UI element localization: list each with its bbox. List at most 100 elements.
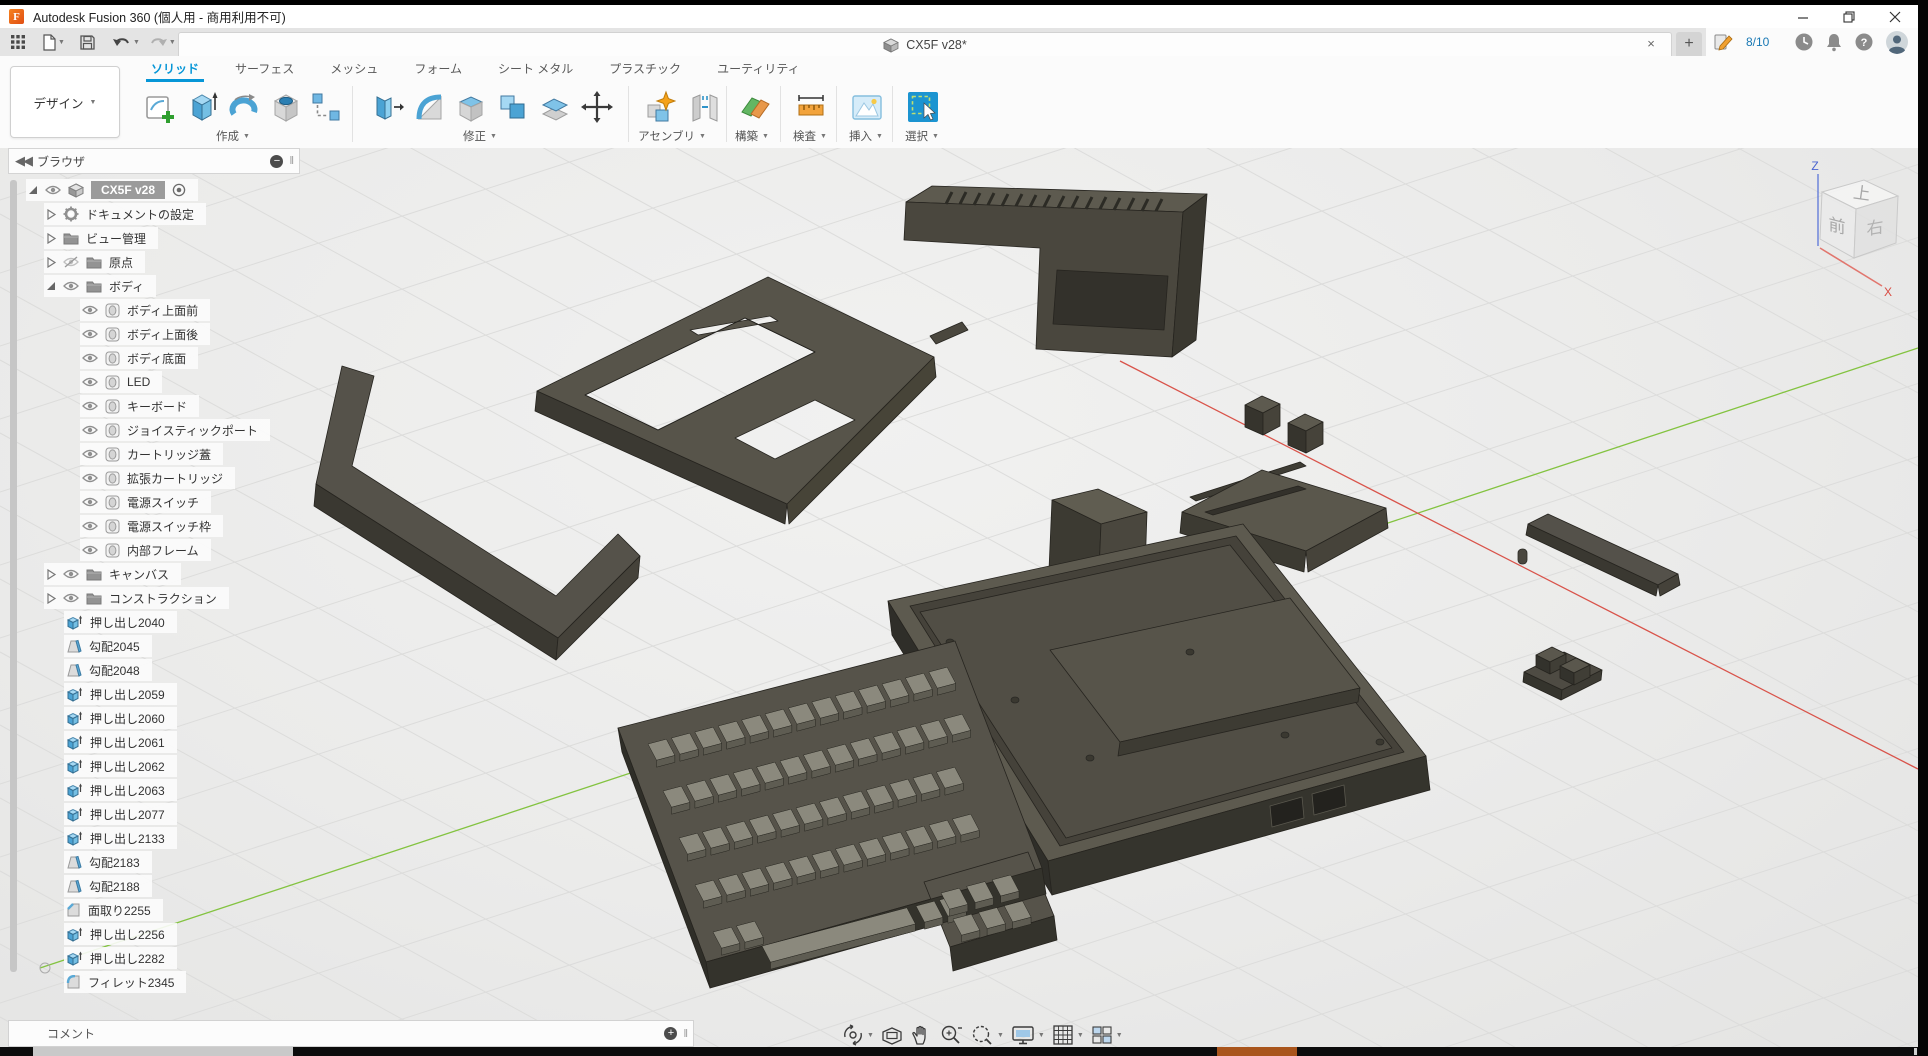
visibility-eye-icon[interactable] (63, 280, 79, 292)
browser-item[interactable]: ビュー管理 (8, 226, 300, 250)
taskbar-app-segment[interactable] (1217, 1047, 1297, 1056)
display-settings-button[interactable]: ▼ (1011, 1024, 1045, 1046)
ribbon-tab-0[interactable]: ソリッド (148, 57, 202, 82)
ribbon-group-5[interactable]: 挿入▼ (849, 128, 883, 144)
close-button[interactable] (1872, 5, 1918, 28)
app-grid-menu-button[interactable] (8, 30, 28, 54)
browser-item[interactable]: 原点 (8, 250, 300, 274)
browser-item[interactable]: 押し出し2063 (8, 778, 300, 802)
part-small-cube-1[interactable] (1245, 396, 1280, 435)
visibility-eye-icon[interactable] (82, 496, 98, 508)
ribbon-group-6[interactable]: 選択▼ (905, 128, 939, 144)
minimize-button[interactable] (1780, 5, 1826, 28)
collapse-panel-icon[interactable]: ◀◀ (15, 153, 31, 169)
part-trim-strip[interactable] (1518, 514, 1680, 596)
view-cube[interactable]: 上 前 右 Z X (1782, 156, 1918, 301)
viewport[interactable]: 上 前 右 Z X ◀◀ ブラウザ − ‖ CX5F v28ドキュメントの設定ビ… (0, 148, 1918, 1047)
remove-icon[interactable]: − (270, 155, 283, 168)
browser-item[interactable]: ボディ上面前 (8, 298, 300, 322)
look-at-button[interactable] (881, 1024, 903, 1046)
save-button[interactable] (77, 30, 98, 54)
file-menu-button[interactable]: ▼ (40, 30, 67, 54)
browser-item[interactable]: カートリッジ蓋 (8, 442, 300, 466)
pattern-icon[interactable] (307, 88, 345, 126)
undo-button[interactable]: ▼ (110, 30, 142, 54)
press-pull-icon[interactable] (368, 88, 406, 126)
user-avatar[interactable] (1885, 30, 1909, 54)
viewcube-top-label[interactable]: 上 (1852, 183, 1871, 204)
expand-icon[interactable] (46, 209, 56, 219)
browser-item[interactable]: 押し出し2256 (8, 922, 300, 946)
ribbon-group-3[interactable]: 構築▼ (735, 128, 769, 144)
visibility-eye-icon[interactable] (63, 568, 79, 580)
expand-icon[interactable] (46, 593, 56, 603)
fillet-icon[interactable] (410, 88, 448, 126)
fit-button[interactable]: ▼ (970, 1024, 1004, 1046)
part-top-frame[interactable] (535, 277, 968, 524)
new-component-icon[interactable] (640, 88, 678, 126)
visibility-eye-icon[interactable] (82, 304, 98, 316)
viewports-button[interactable]: ▼ (1091, 1024, 1123, 1046)
new-tab-button[interactable]: + (1676, 32, 1702, 56)
hole-icon[interactable] (267, 88, 305, 126)
visibility-eye-icon[interactable] (45, 184, 61, 196)
grid-settings-button[interactable]: ▼ (1052, 1024, 1084, 1046)
browser-item[interactable]: 押し出し2060 (8, 706, 300, 730)
panel-grip-icon[interactable]: ‖ (289, 155, 294, 167)
pan-button[interactable] (910, 1024, 932, 1046)
browser-item[interactable]: 拡張カートリッジ (8, 466, 300, 490)
ribbon-tab-4[interactable]: シート メタル (495, 57, 576, 82)
viewcube-front-label[interactable]: 前 (1828, 214, 1845, 238)
comment-panel[interactable]: コメント + ‖ (8, 1020, 694, 1047)
orbit-button[interactable]: ▼ (842, 1024, 874, 1046)
add-comment-icon[interactable]: + (664, 1027, 677, 1040)
ribbon-group-2[interactable]: アセンブリ▼ (638, 128, 706, 144)
expand-icon[interactable] (46, 281, 56, 291)
help-icon[interactable]: ? (1854, 32, 1874, 52)
revolve-icon[interactable] (225, 88, 263, 126)
activate-radio-icon[interactable] (172, 183, 186, 197)
ribbon-group-0[interactable]: 作成▼ (216, 128, 250, 144)
ribbon-tab-6[interactable]: ユーティリティ (714, 57, 803, 82)
visibility-eye-icon[interactable] (82, 352, 98, 364)
extrude-icon[interactable] (183, 88, 221, 126)
browser-header[interactable]: ◀◀ ブラウザ − ‖ (8, 148, 300, 174)
ribbon-group-1[interactable]: 修正▼ (463, 128, 497, 144)
part-small-cube-2[interactable] (1288, 414, 1323, 453)
browser-item[interactable]: 内部フレーム (8, 538, 300, 562)
browser-item[interactable]: ジョイスティックポート (8, 418, 300, 442)
browser-item[interactable]: 勾配2188 (8, 874, 300, 898)
browser-root-item[interactable]: CX5F v28 (8, 178, 300, 202)
document-tab[interactable]: CX5F v28* (178, 32, 1672, 57)
browser-item[interactable]: キャンバス (8, 562, 300, 586)
select-tool-icon[interactable] (904, 88, 942, 126)
ribbon-tab-1[interactable]: サーフェス (232, 57, 297, 82)
browser-item[interactable]: キーボード (8, 394, 300, 418)
ribbon-group-4[interactable]: 検査▼ (793, 128, 827, 144)
browser-item[interactable]: コンストラクション (8, 586, 300, 610)
visibility-eye-icon[interactable] (82, 328, 98, 340)
ribbon-tab-2[interactable]: メッシュ (327, 57, 381, 82)
browser-item[interactable]: LED (8, 370, 300, 394)
construction-plane-icon[interactable] (736, 88, 774, 126)
visibility-eye-icon[interactable] (82, 400, 98, 412)
browser-item[interactable]: フィレット2345 (8, 970, 300, 994)
expand-icon[interactable] (46, 257, 56, 267)
measure-icon[interactable] (792, 88, 830, 126)
expand-icon[interactable] (46, 233, 56, 243)
restore-button[interactable] (1826, 5, 1872, 28)
visibility-eye-off-icon[interactable] (63, 256, 79, 268)
viewcube-right-label[interactable]: 右 (1867, 216, 1884, 239)
browser-item[interactable]: 押し出し2040 (8, 610, 300, 634)
ribbon-tab-5[interactable]: プラスチック (606, 57, 684, 82)
browser-item[interactable]: 電源スイッチ (8, 490, 300, 514)
browser-item[interactable]: 押し出し2133 (8, 826, 300, 850)
browser-item[interactable]: 勾配2045 (8, 634, 300, 658)
panel-grip-icon[interactable]: ‖ (683, 1028, 688, 1040)
visibility-eye-icon[interactable] (82, 472, 98, 484)
taskbar-search-segment[interactable] (33, 1047, 293, 1056)
browser-item[interactable]: 電源スイッチ枠 (8, 514, 300, 538)
visibility-eye-icon[interactable] (82, 544, 98, 556)
expand-icon[interactable] (28, 185, 38, 195)
notifications-bell-icon[interactable] (1825, 32, 1843, 52)
